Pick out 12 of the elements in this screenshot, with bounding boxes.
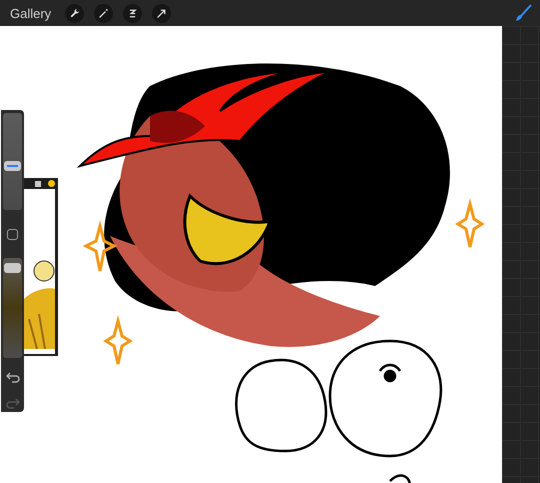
slider-thumb[interactable]: [4, 263, 21, 274]
reference-icon[interactable]: [35, 180, 41, 186]
gallery-button[interactable]: Gallery: [10, 6, 52, 20]
opacity-slider[interactable]: [3, 258, 22, 358]
undo-icon[interactable]: [6, 370, 20, 384]
selection-icon[interactable]: [123, 4, 142, 22]
color-dot-icon[interactable]: [48, 180, 55, 187]
magic-wand-icon[interactable]: [94, 4, 114, 22]
wrench-icon[interactable]: [65, 4, 84, 22]
modify-button[interactable]: [7, 229, 18, 240]
slider-thumb[interactable]: [4, 160, 21, 171]
brush-size-slider[interactable]: [3, 113, 22, 210]
